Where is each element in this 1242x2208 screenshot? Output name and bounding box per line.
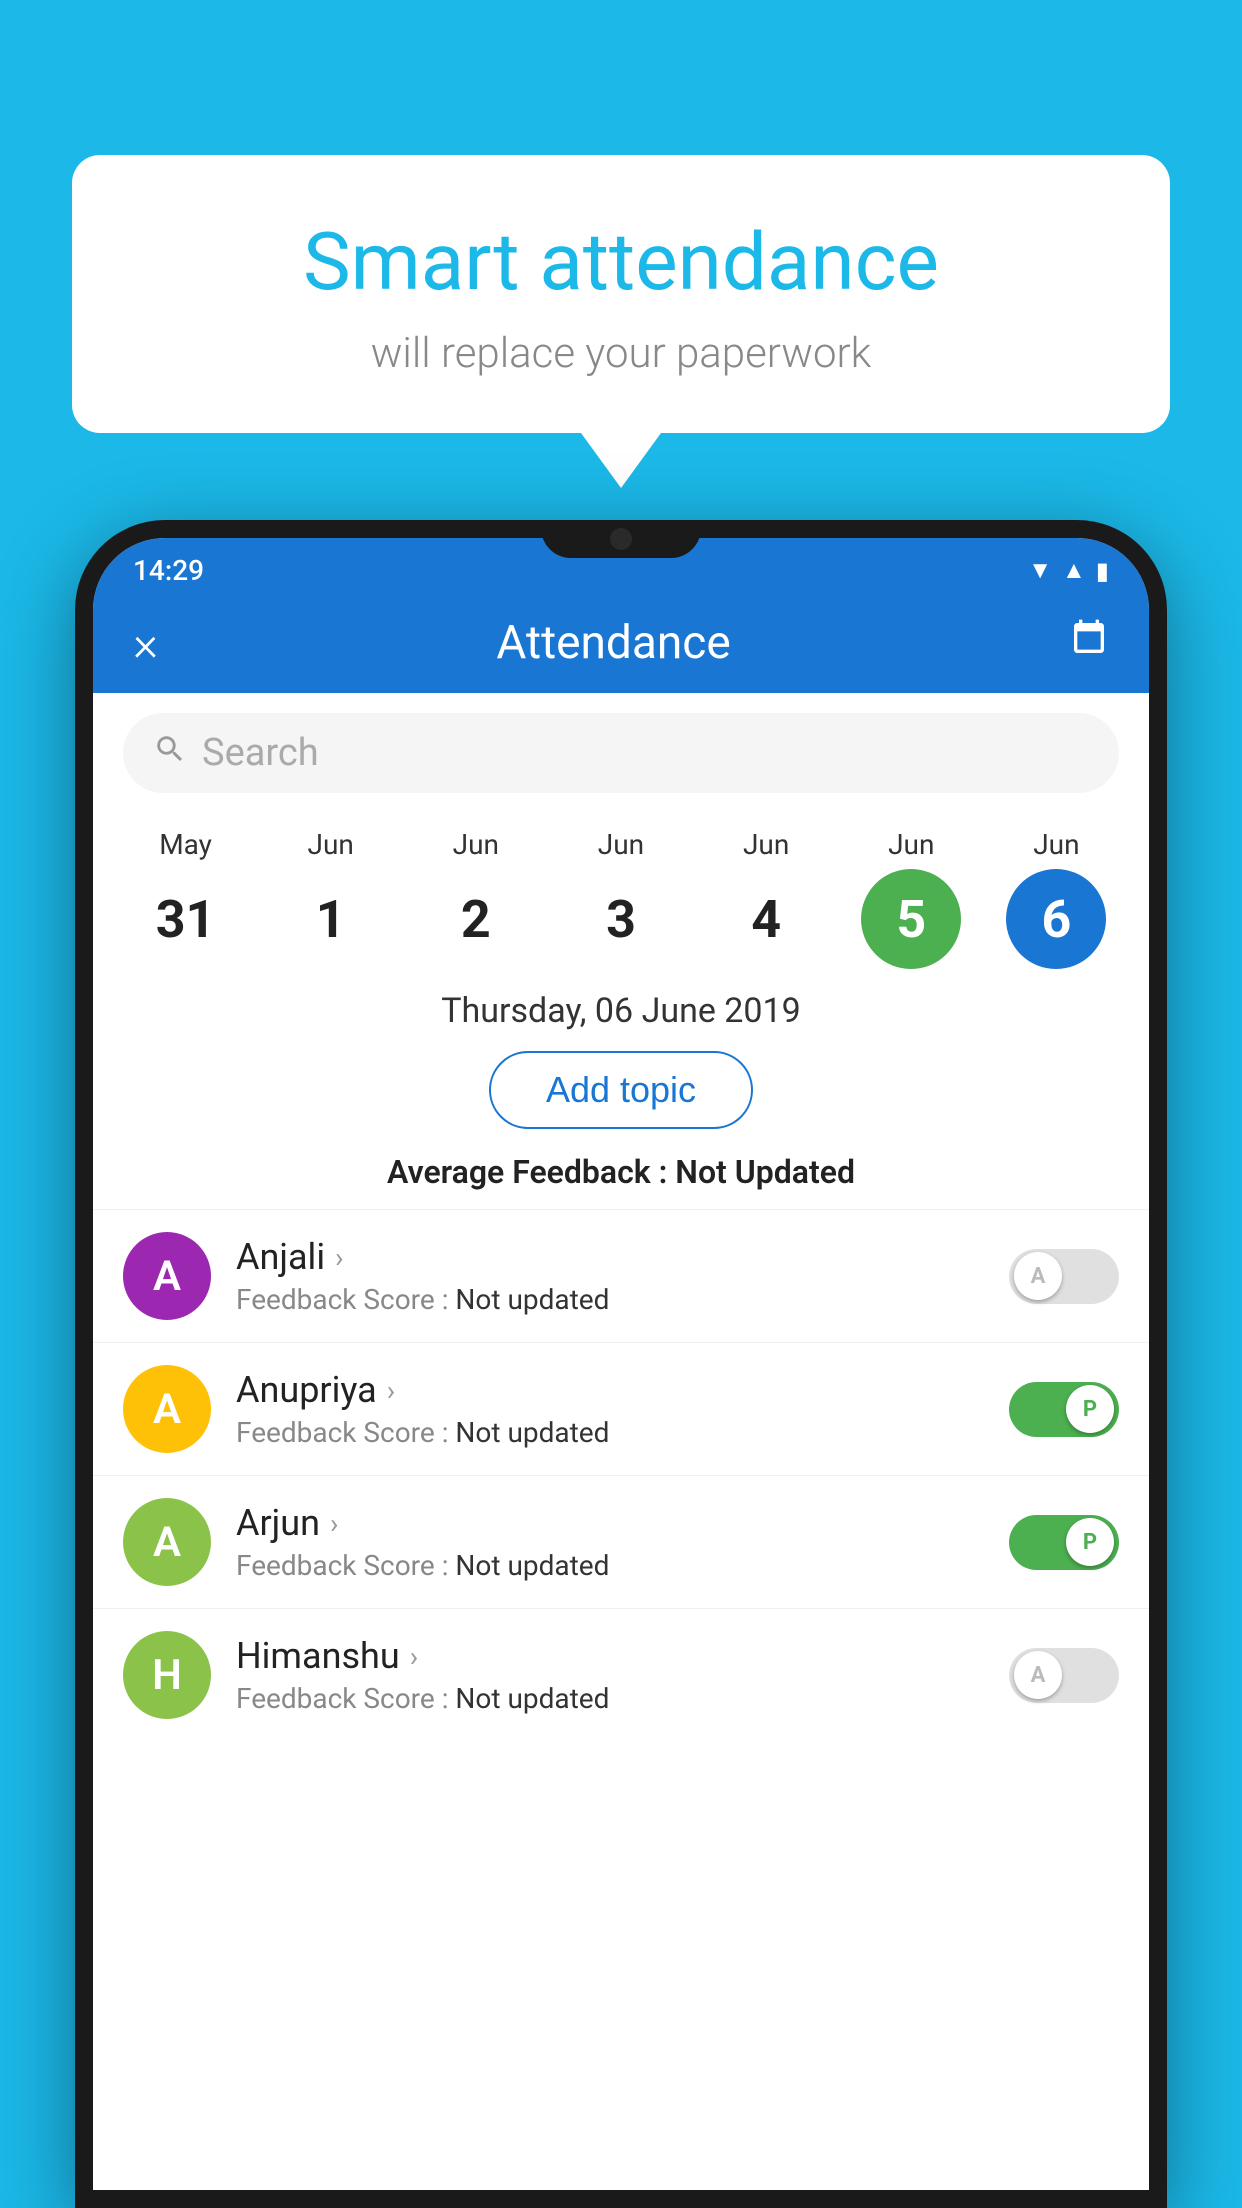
speech-bubble-subtitle: will replace your paperwork — [122, 329, 1120, 378]
chevron-right-icon: › — [410, 1640, 418, 1673]
date-num-0: 31 — [136, 869, 236, 969]
avg-feedback-value: Not Updated — [675, 1153, 855, 1191]
search-icon — [153, 732, 187, 775]
student-name-1: Anupriya › — [236, 1369, 1009, 1411]
calendar-icon[interactable] — [1069, 618, 1109, 668]
attendance-toggle-2[interactable]: P — [1009, 1515, 1119, 1570]
search-bar[interactable]: Search — [123, 713, 1119, 793]
toggle-wrap-1: P — [1009, 1382, 1119, 1437]
student-item-2[interactable]: A Arjun › Feedback Score : Not updated P — [93, 1475, 1149, 1608]
header-title: Attendance — [496, 616, 730, 670]
student-name-2: Arjun › — [236, 1502, 1009, 1544]
attendance-toggle-0[interactable]: A — [1009, 1249, 1119, 1304]
date-col-4[interactable]: Jun 4 — [701, 828, 831, 969]
student-info-3: Himanshu › Feedback Score : Not updated — [211, 1635, 1009, 1715]
student-list: AAnjali ›Feedback Score : Not updatedAAA… — [93, 1209, 1149, 1741]
chevron-right-icon: › — [387, 1374, 395, 1407]
status-time: 14:29 — [133, 554, 204, 587]
date-num-5: 5 — [861, 869, 961, 969]
student-feedback-1: Feedback Score : Not updated — [236, 1416, 1009, 1449]
student-avatar-0: A — [123, 1232, 211, 1320]
selected-date: Thursday, 06 June 2019 — [93, 969, 1149, 1041]
toggle-knob-3: A — [1014, 1651, 1062, 1699]
date-col-0[interactable]: May 31 — [121, 828, 251, 969]
toggle-knob-0: A — [1014, 1252, 1062, 1300]
student-avatar-2: A — [123, 1498, 211, 1586]
student-item-3[interactable]: H Himanshu › Feedback Score : Not updatedA — [93, 1608, 1149, 1741]
date-month-1: Jun — [308, 828, 354, 861]
add-topic-button[interactable]: Add topic — [489, 1051, 753, 1129]
student-feedback-0: Feedback Score : Not updated — [236, 1283, 1009, 1316]
student-info-1: Anupriya › Feedback Score : Not updated — [211, 1369, 1009, 1449]
date-num-4: 4 — [716, 869, 816, 969]
phone-frame: 14:29 ▼ ▲ ▮ × Attendance — [75, 520, 1167, 2208]
average-feedback: Average Feedback : Not Updated — [93, 1147, 1149, 1209]
speech-bubble-tail — [581, 433, 661, 488]
close-button[interactable]: × — [133, 615, 158, 672]
student-avatar-1: A — [123, 1365, 211, 1453]
date-num-2: 2 — [426, 869, 526, 969]
chevron-right-icon: › — [335, 1241, 343, 1274]
phone-screen: 14:29 ▼ ▲ ▮ × Attendance — [93, 538, 1149, 2190]
date-strip: May 31 Jun 1 Jun 2 Jun 3 Jun 4 Jun 5 Jun 6 — [93, 813, 1149, 969]
date-num-6: 6 — [1006, 869, 1106, 969]
student-feedback-3: Feedback Score : Not updated — [236, 1682, 1009, 1715]
toggle-wrap-3: A — [1009, 1648, 1119, 1703]
date-month-6: Jun — [1033, 828, 1079, 861]
battery-icon: ▮ — [1096, 557, 1109, 585]
speech-bubble: Smart attendance will replace your paper… — [72, 155, 1170, 433]
toggle-wrap-0: A — [1009, 1249, 1119, 1304]
attendance-toggle-1[interactable]: P — [1009, 1382, 1119, 1437]
student-name-3: Himanshu › — [236, 1635, 1009, 1677]
search-bar-wrapper: Search — [93, 693, 1149, 813]
student-name-0: Anjali › — [236, 1236, 1009, 1278]
date-num-1: 1 — [281, 869, 381, 969]
avg-feedback-label: Average Feedback : — [387, 1153, 667, 1191]
date-col-2[interactable]: Jun 2 — [411, 828, 541, 969]
date-num-3: 3 — [571, 869, 671, 969]
date-month-3: Jun — [598, 828, 644, 861]
student-item-0[interactable]: AAnjali ›Feedback Score : Not updatedA — [93, 1209, 1149, 1342]
student-info-2: Arjun › Feedback Score : Not updated — [211, 1502, 1009, 1582]
speech-bubble-title: Smart attendance — [122, 215, 1120, 309]
toggle-knob-2: P — [1066, 1518, 1114, 1566]
signal-icon: ▲ — [1062, 556, 1086, 585]
date-col-5[interactable]: Jun 5 — [846, 828, 976, 969]
date-col-6[interactable]: Jun 6 — [991, 828, 1121, 969]
student-info-0: Anjali › Feedback Score : Not updated — [211, 1236, 1009, 1316]
speech-bubble-wrapper: Smart attendance will replace your paper… — [72, 155, 1170, 488]
date-month-0: May — [159, 828, 212, 861]
student-avatar-3: H — [123, 1631, 211, 1719]
toggle-knob-1: P — [1066, 1385, 1114, 1433]
student-feedback-2: Feedback Score : Not updated — [236, 1549, 1009, 1582]
add-topic-wrapper: Add topic — [93, 1041, 1149, 1147]
phone-camera — [610, 528, 632, 550]
chevron-right-icon: › — [330, 1507, 338, 1540]
toggle-wrap-2: P — [1009, 1515, 1119, 1570]
date-month-5: Jun — [888, 828, 934, 861]
app-header: × Attendance — [93, 593, 1149, 693]
wifi-icon: ▼ — [1028, 556, 1052, 585]
phone-notch — [541, 520, 701, 558]
date-col-3[interactable]: Jun 3 — [556, 828, 686, 969]
status-icons: ▼ ▲ ▮ — [1028, 556, 1109, 585]
search-placeholder: Search — [202, 731, 319, 775]
date-month-4: Jun — [743, 828, 789, 861]
student-item-1[interactable]: A Anupriya › Feedback Score : Not updated P — [93, 1342, 1149, 1475]
attendance-toggle-3[interactable]: A — [1009, 1648, 1119, 1703]
date-col-1[interactable]: Jun 1 — [266, 828, 396, 969]
date-month-2: Jun — [453, 828, 499, 861]
